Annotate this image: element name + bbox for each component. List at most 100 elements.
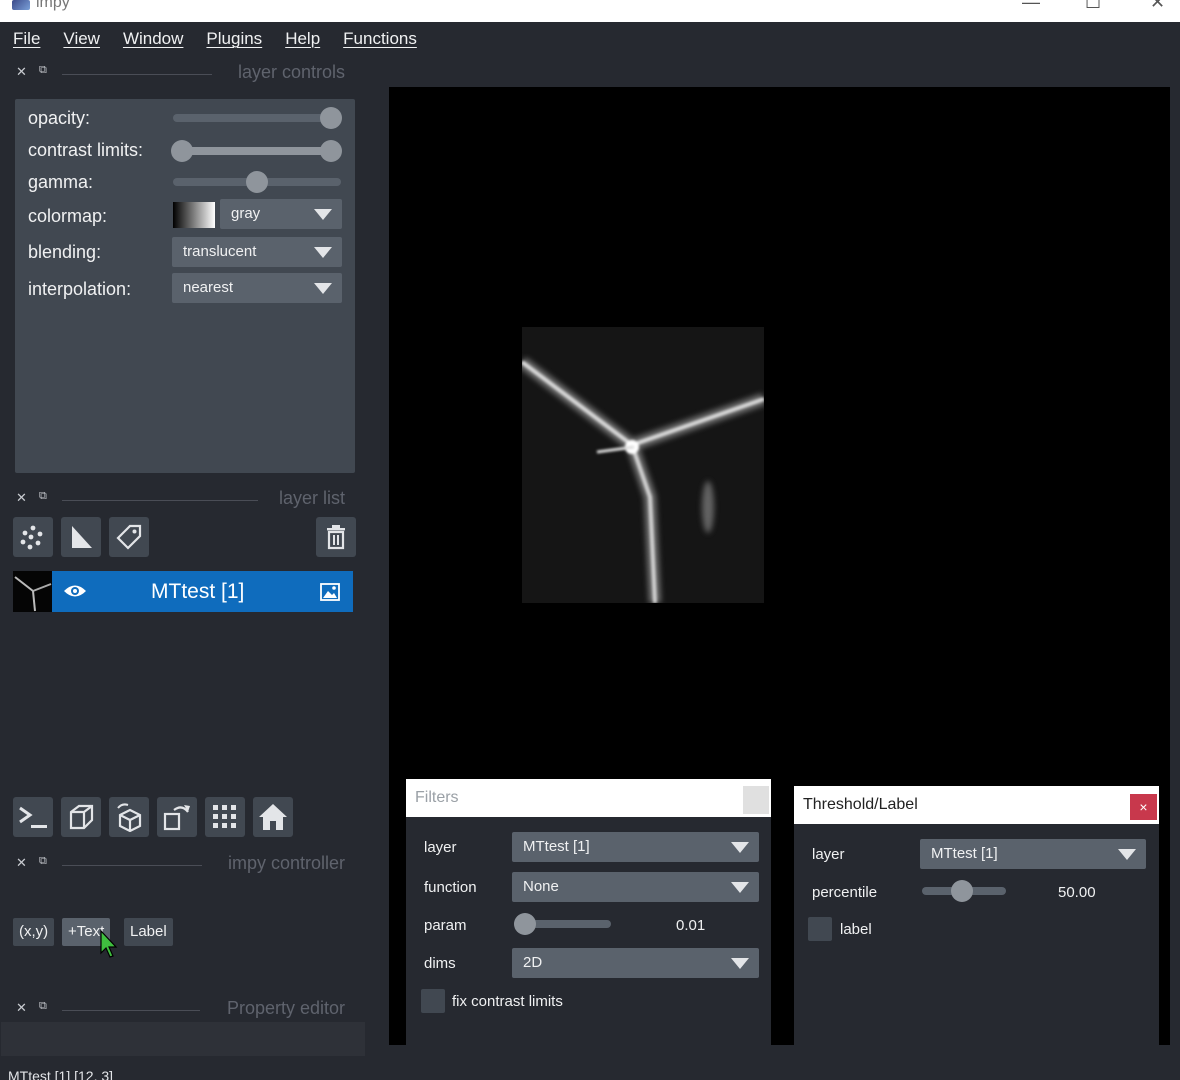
label-button[interactable]: Label bbox=[124, 918, 173, 946]
opacity-slider[interactable] bbox=[173, 114, 341, 122]
contrast-max-handle[interactable] bbox=[320, 140, 342, 162]
threshold-layer-label: layer bbox=[812, 846, 845, 863]
maximize-button[interactable]: ☐ bbox=[1085, 0, 1101, 13]
threshold-layer-dropdown[interactable]: MTtest [1] bbox=[920, 839, 1146, 869]
app-title: impy bbox=[36, 0, 70, 11]
filters-function-dropdown[interactable]: None bbox=[512, 872, 759, 902]
transpose-dims-button[interactable] bbox=[157, 797, 197, 837]
window-titlebar: impy — ☐ ✕ bbox=[0, 0, 1180, 22]
menu-view[interactable]: View bbox=[63, 29, 100, 49]
fix-contrast-label: fix contrast limits bbox=[452, 993, 563, 1010]
home-button[interactable] bbox=[253, 797, 293, 837]
threshold-title: Threshold/Label bbox=[803, 796, 918, 813]
float-dock-icon[interactable]: ⧉ bbox=[39, 1000, 47, 1013]
float-dock-icon[interactable]: ⧉ bbox=[39, 64, 47, 77]
close-dock-icon[interactable]: ✕ bbox=[16, 1000, 27, 1016]
interpolation-label: interpolation: bbox=[28, 279, 132, 299]
grid-view-button[interactable] bbox=[205, 797, 245, 837]
blending-value: translucent bbox=[183, 243, 257, 260]
dock-divider bbox=[62, 74, 212, 75]
filters-close-button[interactable] bbox=[743, 786, 769, 814]
percentile-value: 50.00 bbox=[1058, 884, 1096, 901]
dock-divider bbox=[62, 1010, 200, 1011]
delete-layer-button[interactable] bbox=[316, 517, 356, 557]
console-button[interactable] bbox=[13, 797, 53, 837]
close-dock-icon[interactable]: ✕ bbox=[16, 490, 27, 506]
property-editor-dock-header: ✕ ⧉ Property editor bbox=[14, 998, 350, 1020]
close-button[interactable]: ✕ bbox=[1150, 0, 1165, 13]
layer-list-dock-header: ✕ ⧉ layer list bbox=[14, 488, 350, 510]
layer-controls-dock-header: ✕ ⧉ layer controls bbox=[14, 62, 350, 84]
roll-icon bbox=[117, 803, 142, 832]
menu-window[interactable]: Window bbox=[123, 29, 183, 49]
dock-divider bbox=[62, 500, 258, 501]
close-dock-icon[interactable]: ✕ bbox=[16, 855, 27, 871]
interpolation-dropdown[interactable]: nearest bbox=[172, 273, 342, 303]
chevron-down-icon bbox=[1118, 849, 1136, 860]
label-checkbox-label: label bbox=[840, 921, 872, 938]
layer-name[interactable]: MTtest [1] bbox=[151, 580, 244, 604]
chevron-down-icon bbox=[731, 842, 749, 853]
filters-param-handle[interactable] bbox=[514, 913, 536, 935]
layer-controls-panel: opacity: contrast limits: gamma: colorma… bbox=[15, 99, 355, 473]
filters-dims-dropdown[interactable]: 2D bbox=[512, 948, 759, 978]
filters-function-value: None bbox=[523, 878, 559, 895]
layer-row[interactable]: MTtest [1] bbox=[13, 571, 353, 612]
dock-divider bbox=[62, 865, 202, 866]
dock-title: layer controls bbox=[237, 62, 345, 82]
gamma-slider-handle[interactable] bbox=[246, 171, 268, 193]
filters-dims-label: dims bbox=[424, 955, 456, 972]
contrast-limits-slider[interactable] bbox=[173, 147, 341, 155]
filters-layer-value: MTtest [1] bbox=[523, 838, 590, 855]
label-checkbox[interactable] bbox=[808, 917, 832, 941]
float-dock-icon[interactable]: ⧉ bbox=[39, 490, 47, 503]
threshold-layer-value: MTtest [1] bbox=[931, 845, 998, 862]
filters-param-value: 0.01 bbox=[676, 917, 706, 934]
chevron-down-icon bbox=[314, 283, 332, 294]
microtubule-image bbox=[522, 327, 764, 603]
threshold-titlebar[interactable]: Threshold/Label × bbox=[794, 786, 1159, 824]
menu-bar: File View Window Plugins Help Functions bbox=[0, 22, 1180, 56]
status-bar: MTtest [1] [12, 3] bbox=[8, 1068, 114, 1080]
chevron-down-icon bbox=[731, 882, 749, 893]
float-dock-icon[interactable]: ⧉ bbox=[39, 855, 47, 868]
colormap-dropdown[interactable]: gray bbox=[220, 199, 342, 229]
opacity-slider-handle[interactable] bbox=[320, 107, 342, 129]
close-dock-icon[interactable]: ✕ bbox=[16, 64, 27, 80]
opacity-label: opacity: bbox=[28, 108, 91, 128]
threshold-close-button[interactable]: × bbox=[1130, 794, 1157, 820]
colormap-value: gray bbox=[231, 205, 261, 222]
visibility-eye-icon[interactable] bbox=[63, 583, 87, 599]
new-shapes-layer-button[interactable] bbox=[61, 517, 101, 557]
filters-layer-dropdown[interactable]: MTtest [1] bbox=[512, 832, 759, 862]
minimize-button[interactable]: — bbox=[1022, 0, 1040, 13]
menu-help[interactable]: Help bbox=[285, 29, 320, 49]
menu-functions[interactable]: Functions bbox=[343, 29, 417, 49]
property-editor-area[interactable] bbox=[1, 1022, 365, 1056]
layer-thumbnail bbox=[13, 571, 52, 612]
menu-plugins[interactable]: Plugins bbox=[206, 29, 262, 49]
filters-titlebar[interactable]: Filters bbox=[406, 779, 771, 817]
cube-3d-icon bbox=[69, 804, 94, 830]
impy-controller-dock-header: ✕ ⧉ impy controller bbox=[14, 853, 350, 875]
xy-button[interactable]: (x,y) bbox=[13, 918, 55, 946]
new-labels-layer-button[interactable] bbox=[109, 517, 149, 557]
trash-icon bbox=[327, 525, 345, 550]
image-layer-icon bbox=[320, 583, 340, 601]
contrast-min-handle[interactable] bbox=[171, 140, 193, 162]
ndisplay-button[interactable] bbox=[61, 797, 101, 837]
filters-function-label: function bbox=[424, 879, 477, 896]
blending-dropdown[interactable]: translucent bbox=[172, 237, 342, 267]
fix-contrast-checkbox[interactable] bbox=[421, 989, 445, 1013]
new-points-layer-button[interactable] bbox=[13, 517, 53, 557]
filters-title: Filters bbox=[415, 789, 459, 806]
console-icon bbox=[19, 806, 47, 828]
menu-file[interactable]: File bbox=[13, 29, 40, 49]
grid-icon bbox=[213, 805, 236, 828]
blending-label: blending: bbox=[28, 242, 102, 262]
labels-icon bbox=[116, 524, 142, 550]
colormap-swatch bbox=[173, 202, 215, 228]
chevron-down-icon bbox=[314, 209, 332, 220]
roll-dims-button[interactable] bbox=[109, 797, 149, 837]
percentile-handle[interactable] bbox=[951, 880, 973, 902]
